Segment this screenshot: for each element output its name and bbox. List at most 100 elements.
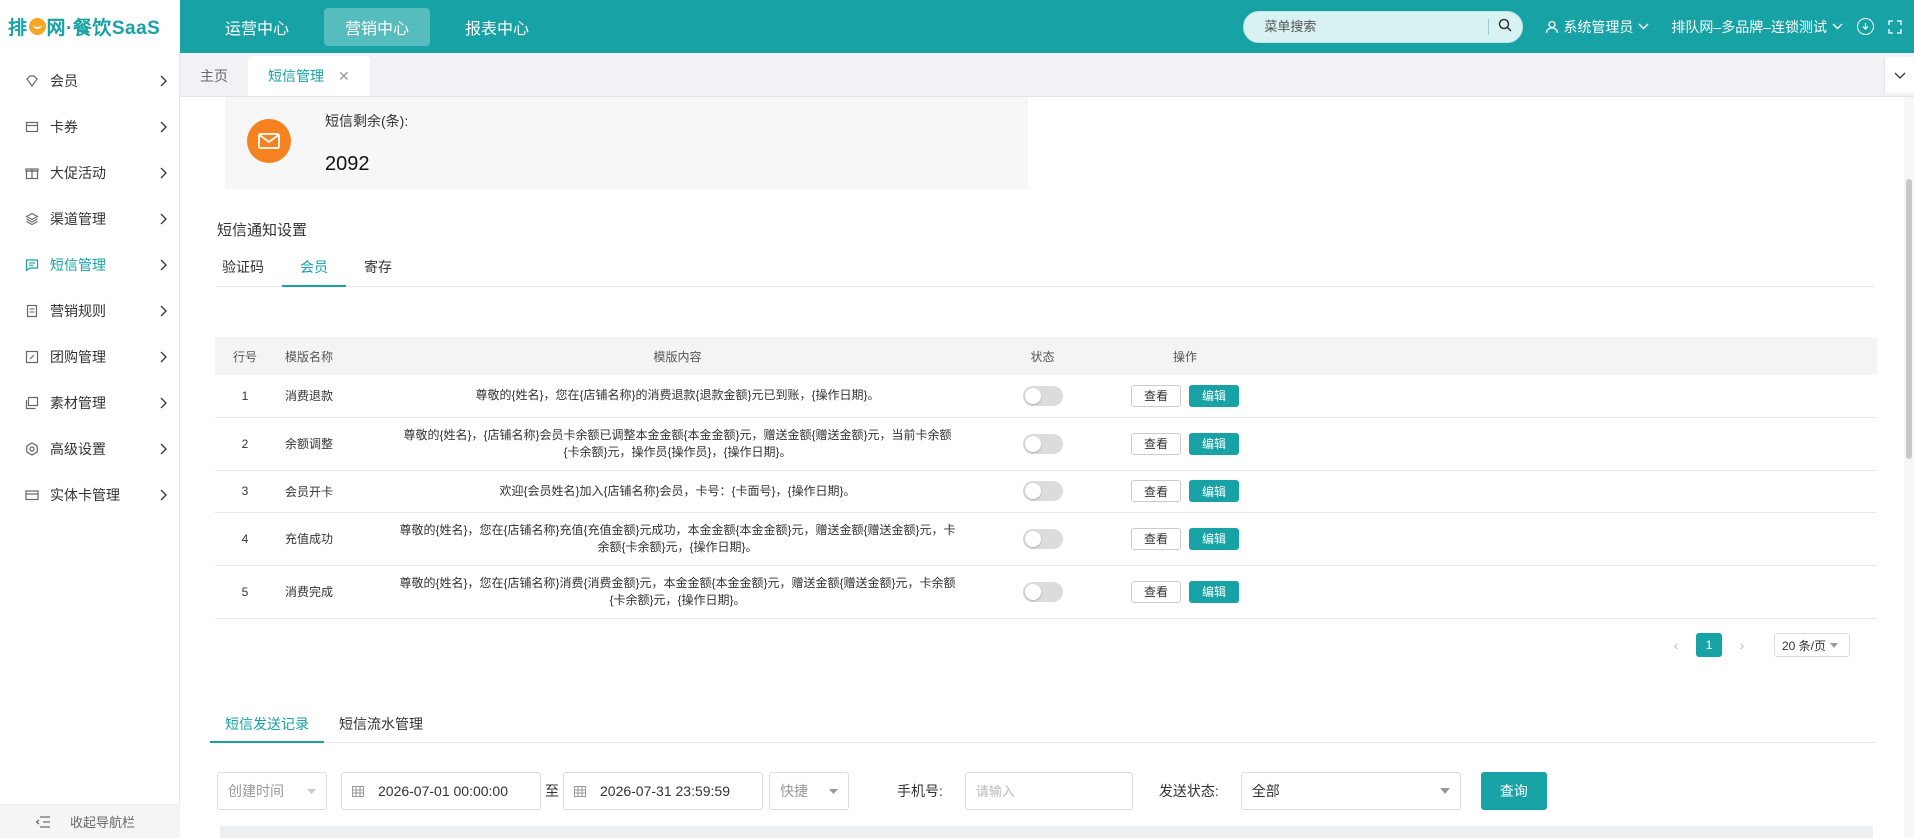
next-page-icon[interactable]: › — [1734, 637, 1750, 653]
menu-search-input[interactable] — [1264, 19, 1480, 34]
page-size-select[interactable]: 20 条/页 — [1774, 633, 1850, 657]
logo[interactable]: 排队 排网·餐饮SaaS — [0, 0, 180, 53]
template-table: 行号 模版名称 模版内容 状态 操作 1 消费退款 尊敬的{姓名}，您在{店铺名… — [215, 337, 1877, 619]
topnav-marketing[interactable]: 营销中心 — [324, 7, 431, 46]
chevron-right-icon — [160, 443, 167, 455]
tabs-dropdown[interactable] — [1884, 57, 1914, 93]
menu-fold-icon — [36, 815, 50, 828]
chevron-right-icon — [160, 305, 167, 317]
end-date-input[interactable]: 2026-07-31 23:59:59 — [563, 772, 763, 810]
records-table-header — [220, 826, 1873, 838]
page-tab-home[interactable]: 主页 — [180, 56, 248, 96]
edit-box-icon — [24, 349, 40, 365]
table-row: 4 充值成功 尊敬的{姓名}，您在{店铺名称}充值{充值金额}元成功，本金金额{… — [215, 512, 1877, 566]
edit-button[interactable]: 编辑 — [1189, 480, 1240, 502]
sidebar: 会员 卡券 大促活动 渠道管理 短信管理 营销规则 团购管理 素材管理 高级设置 — [0, 53, 180, 838]
pagination: ‹ 1 › 20 条/页 — [1668, 633, 1850, 657]
logo-text-b: 网·餐饮SaaS — [46, 18, 161, 39]
user-name: 系统管理员 — [1563, 18, 1634, 35]
chevron-right-icon — [160, 167, 167, 179]
status-toggle[interactable] — [1022, 528, 1063, 549]
chevron-right-icon — [160, 213, 167, 225]
search-icon[interactable] — [1498, 18, 1512, 35]
chevron-right-icon — [160, 259, 167, 271]
tab-storage[interactable]: 寄存 — [346, 247, 410, 287]
scrollbar[interactable] — [1904, 97, 1914, 838]
status-toggle[interactable] — [1022, 385, 1063, 406]
menu-search — [1243, 10, 1524, 43]
chevron-right-icon — [160, 397, 167, 409]
store-name: 排队网–多品牌–连锁测试 — [1671, 18, 1827, 35]
edit-button[interactable]: 编辑 — [1189, 527, 1240, 550]
prev-page-icon[interactable]: ‹ — [1668, 637, 1684, 653]
caret-down-icon — [1830, 642, 1839, 648]
sidebar-item-promotion[interactable]: 大促活动 — [0, 150, 179, 196]
sms-balance-card: 短信剩余(条): 2092 — [225, 97, 1028, 189]
fullscreen-icon[interactable] — [1888, 19, 1902, 34]
quick-select[interactable]: 快捷 — [769, 772, 849, 810]
query-button[interactable]: 查询 — [1480, 772, 1547, 810]
edit-button[interactable]: 编辑 — [1189, 384, 1240, 407]
send-status-label: 发送状态: — [1158, 783, 1219, 799]
user-menu[interactable]: 系统管理员 — [1545, 17, 1653, 37]
view-button[interactable]: 查看 — [1130, 527, 1181, 550]
range-separator: 至 — [545, 783, 559, 799]
edit-button[interactable]: 编辑 — [1189, 432, 1240, 455]
tab-verify-code[interactable]: 验证码 — [217, 247, 282, 287]
time-type-select[interactable]: 创建时间 — [217, 772, 327, 810]
caret-down-icon — [1439, 788, 1450, 794]
page-tab-sms[interactable]: 短信管理 ✕ — [248, 56, 370, 96]
download-icon[interactable] — [1857, 18, 1874, 35]
log-tabs: 短信发送记录 短信流水管理 — [210, 713, 1876, 743]
notify-tabs: 验证码 会员 寄存 — [217, 247, 1875, 287]
sidebar-item-sms[interactable]: 短信管理 — [0, 242, 179, 288]
document-icon — [24, 303, 40, 319]
tab-flow-management[interactable]: 短信流水管理 — [324, 713, 438, 743]
sidebar-item-physical-card[interactable]: 实体卡管理 — [0, 472, 179, 518]
edit-button[interactable]: 编辑 — [1189, 580, 1240, 603]
topnav-reports[interactable]: 报表中心 — [444, 8, 550, 46]
view-button[interactable]: 查看 — [1130, 580, 1181, 603]
status-toggle[interactable] — [1022, 481, 1063, 501]
main-content: 短信剩余(条): 2092 短信通知设置 验证码 会员 寄存 行号 模版名称 模… — [180, 97, 1914, 838]
sidebar-item-member[interactable]: 会员 — [0, 58, 179, 104]
table-row: 1 消费退款 尊敬的{姓名}，您在{店铺名称}的消费退款{退款金额}元已到账，{… — [215, 375, 1877, 418]
status-toggle[interactable] — [1022, 581, 1063, 602]
table-row: 5 消费完成 尊敬的{姓名}，您在{店铺名称}消费{消费金额}元，本金金额{本金… — [215, 565, 1877, 619]
filter-row: 创建时间 2026-07-01 00:00:00 至 2026-07-31 23… — [217, 772, 1547, 810]
user-icon — [1546, 20, 1559, 33]
close-icon[interactable]: ✕ — [338, 68, 350, 85]
chevron-right-icon — [160, 351, 167, 363]
view-button[interactable]: 查看 — [1130, 480, 1181, 502]
tab-send-records[interactable]: 短信发送记录 — [210, 713, 324, 743]
view-button[interactable]: 查看 — [1130, 384, 1181, 407]
top-nav: 运营中心 营销中心 报表中心 — [204, 7, 550, 46]
sidebar-item-advanced[interactable]: 高级设置 — [0, 426, 179, 472]
topnav-operations[interactable]: 运营中心 — [204, 8, 310, 46]
top-right: 系统管理员 排队网–多品牌–连锁测试 — [1243, 10, 1914, 43]
page-number[interactable]: 1 — [1696, 633, 1722, 657]
gear-icon — [24, 441, 40, 457]
sidebar-item-channel[interactable]: 渠道管理 — [0, 196, 179, 242]
wallet-icon — [24, 119, 40, 135]
store-switcher[interactable]: 排队网–多品牌–连锁测试 — [1671, 17, 1843, 37]
phone-input[interactable] — [964, 772, 1133, 810]
sms-balance-label: 短信剩余(条): — [325, 113, 409, 129]
chevron-down-icon — [1638, 23, 1649, 30]
sidebar-item-material[interactable]: 素材管理 — [0, 380, 179, 426]
start-date-input[interactable]: 2026-07-01 00:00:00 — [341, 772, 541, 810]
diamond-icon — [24, 73, 40, 89]
caret-down-icon — [829, 788, 838, 794]
tab-member[interactable]: 会员 — [282, 247, 346, 287]
scrollbar-thumb[interactable] — [1906, 179, 1912, 459]
sidebar-item-coupon[interactable]: 卡券 — [0, 104, 179, 150]
view-button[interactable]: 查看 — [1130, 432, 1181, 455]
sidebar-item-groupbuy[interactable]: 团购管理 — [0, 334, 179, 380]
sidebar-item-rules[interactable]: 营销规则 — [0, 288, 179, 334]
collapse-sidebar-button[interactable]: 收起导航栏 — [0, 804, 180, 838]
send-status-select[interactable]: 全部 — [1240, 772, 1461, 810]
col-header-content: 模版内容 — [385, 337, 970, 375]
status-toggle[interactable] — [1022, 433, 1063, 454]
table-row: 3 会员开卡 欢迎{会员姓名}加入{店铺名称}会员，卡号：{卡面号}，{操作日期… — [215, 470, 1877, 513]
top-bar: 排队 排网·餐饮SaaS 运营中心 营销中心 报表中心 系统管理员 排队网–多品… — [0, 0, 1914, 53]
